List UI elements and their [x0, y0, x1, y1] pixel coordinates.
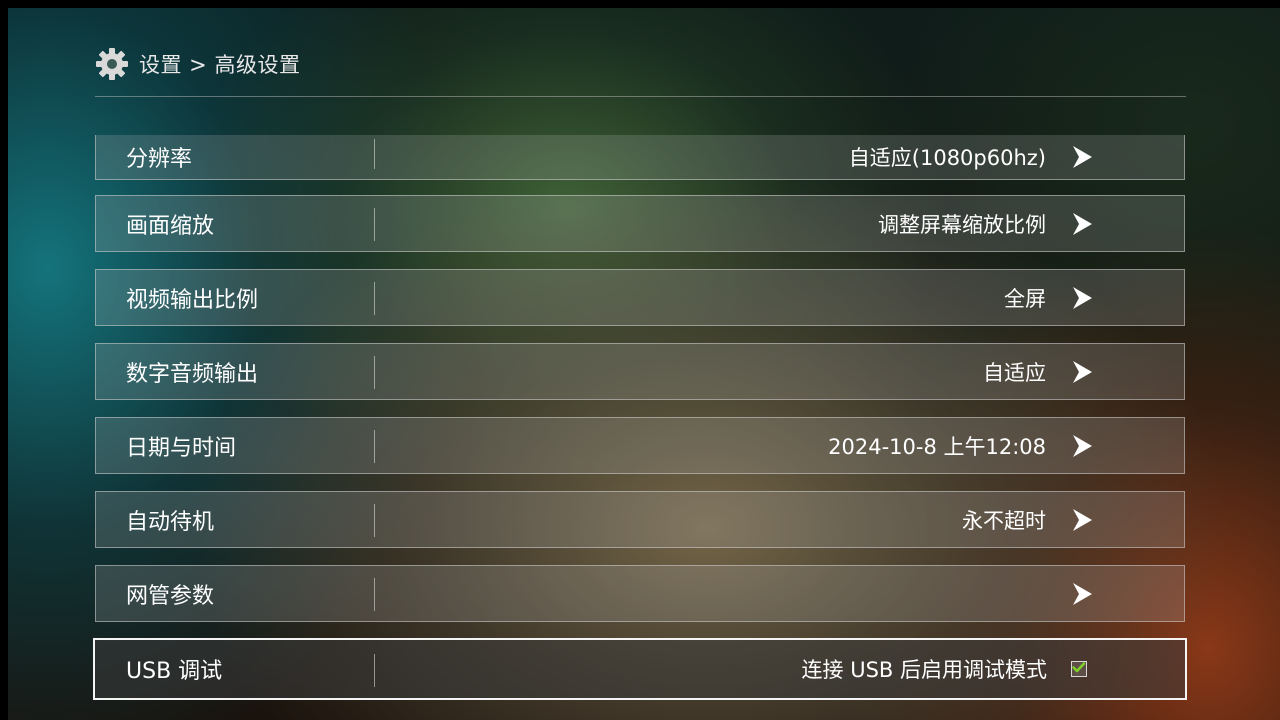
- chevron-right-icon: [1073, 286, 1092, 309]
- setting-label: 网管参数: [126, 583, 215, 609]
- header: 设置 > 高级设置: [95, 44, 300, 84]
- row-separator: [374, 578, 375, 611]
- setting-row-auto-standby[interactable]: 自动待机 永不超时: [95, 491, 1185, 548]
- chevron-right-icon: [1073, 434, 1092, 457]
- setting-value: 2024-10-8 上午12:08: [828, 434, 1046, 459]
- setting-label: USB 调试: [126, 659, 223, 684]
- header-divider: [95, 96, 1186, 97]
- breadcrumb: 设置 > 高级设置: [139, 53, 301, 77]
- chevron-right-icon: [1073, 146, 1092, 168]
- setting-value: 连接 USB 后启用调试模式: [801, 658, 1047, 682]
- setting-value: 永不超时: [962, 508, 1046, 533]
- setting-value: 调整屏幕缩放比例: [878, 212, 1046, 237]
- setting-row-network-management[interactable]: 网管参数: [95, 565, 1185, 622]
- setting-label: 自动待机: [126, 509, 215, 535]
- setting-label: 日期与时间: [126, 435, 237, 461]
- chevron-right-icon: [1073, 360, 1092, 383]
- setting-label: 分辨率: [126, 147, 193, 172]
- setting-row-aspect-ratio[interactable]: 视频输出比例 全屏: [95, 269, 1185, 326]
- row-separator: [374, 654, 375, 687]
- chevron-right-icon: [1073, 212, 1092, 235]
- checkmark-icon: [1072, 662, 1086, 673]
- row-separator: [374, 139, 375, 169]
- setting-row-resolution[interactable]: 分辨率 自适应(1080p60hz): [95, 135, 1185, 180]
- setting-row-digital-audio[interactable]: 数字音频输出 自适应: [95, 343, 1185, 400]
- setting-value: 自适应: [983, 360, 1046, 385]
- row-separator: [374, 430, 375, 463]
- setting-label: 数字音频输出: [126, 361, 259, 387]
- settings-screen: 设置 > 高级设置 分辨率 自适应(1080p60hz) 画面缩放 调整屏幕缩放…: [0, 0, 1280, 720]
- setting-label: 画面缩放: [126, 213, 215, 239]
- row-separator: [374, 282, 375, 315]
- chevron-right-icon: [1073, 508, 1092, 531]
- row-separator: [374, 504, 375, 537]
- setting-value: 自适应(1080p60hz): [848, 146, 1046, 170]
- setting-row-screen-zoom[interactable]: 画面缩放 调整屏幕缩放比例: [95, 195, 1185, 252]
- usb-debugging-checkbox[interactable]: [1071, 661, 1087, 677]
- gear-icon: [96, 48, 128, 80]
- setting-value: 全屏: [1004, 286, 1046, 311]
- setting-row-usb-debugging[interactable]: USB 调试 连接 USB 后启用调试模式: [93, 638, 1187, 700]
- row-separator: [374, 356, 375, 389]
- chevron-right-icon: [1073, 582, 1092, 605]
- setting-row-date-time[interactable]: 日期与时间 2024-10-8 上午12:08: [95, 417, 1185, 474]
- setting-label: 视频输出比例: [126, 287, 259, 313]
- row-separator: [374, 208, 375, 241]
